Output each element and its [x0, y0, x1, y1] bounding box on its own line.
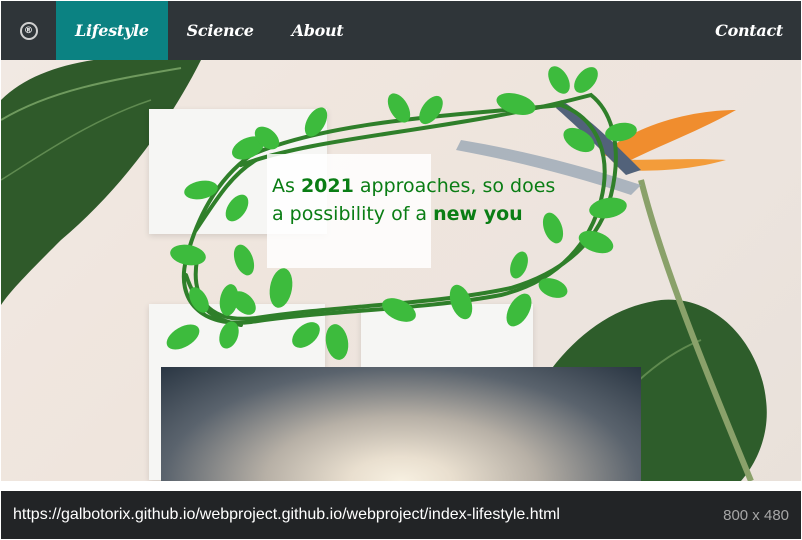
status-url: https://galbotorix.github.io/webproject.…: [13, 506, 560, 523]
hero-banner: As 2021 approaches, so does a possibilit…: [1, 60, 801, 481]
viewport-dimensions: 800 x 480: [723, 506, 789, 524]
headline-year: 2021: [300, 175, 354, 197]
navbar: ® Lifestyle Science About Contact: [1, 1, 801, 60]
nav-item-label: Science: [186, 21, 254, 40]
registered-icon: ®: [19, 21, 38, 40]
nav-item-label: About: [291, 21, 344, 40]
headline-emphasis: new you: [433, 203, 523, 225]
nav-item-science[interactable]: Science: [168, 1, 273, 60]
status-bar: https://galbotorix.github.io/webproject.…: [1, 491, 801, 539]
sky-photo: [161, 367, 641, 481]
hero-headline: As 2021 approaches, so does a possibilit…: [272, 172, 572, 228]
nav-item-label: Contact: [715, 21, 783, 40]
nav-item-about[interactable]: About: [273, 1, 363, 60]
nav-item-label: Lifestyle: [75, 21, 149, 40]
brand-logo[interactable]: ®: [1, 1, 56, 60]
headline-pre: As: [272, 175, 301, 197]
nav-item-contact[interactable]: Contact: [696, 1, 801, 60]
browser-viewport: ® Lifestyle Science About Contact As 202…: [1, 1, 801, 481]
nav-item-lifestyle[interactable]: Lifestyle: [56, 1, 168, 60]
